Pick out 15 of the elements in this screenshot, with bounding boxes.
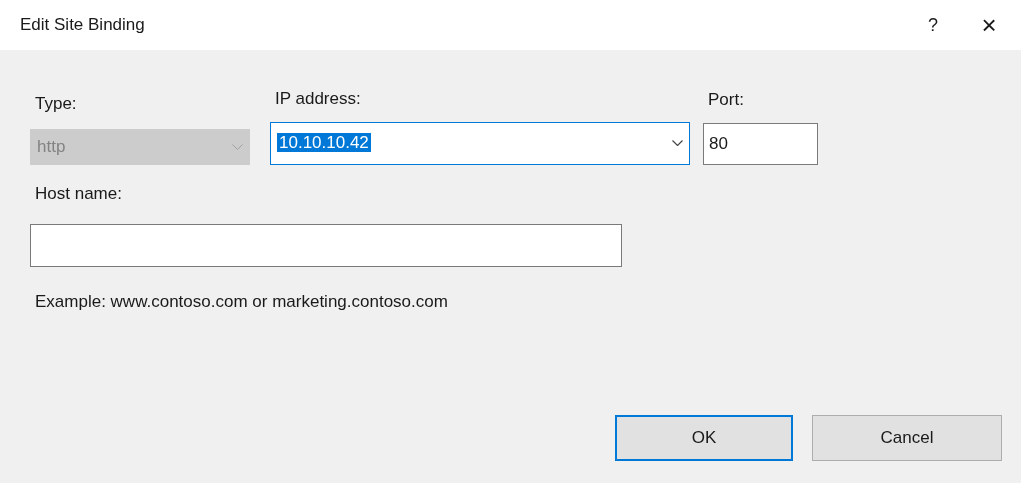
caret-icon xyxy=(672,140,683,146)
dialog-button[interactable]: Cancel xyxy=(812,414,1002,461)
field-label: Port: xyxy=(708,89,745,111)
field-label: Type: xyxy=(35,93,78,115)
close-button[interactable]: × xyxy=(969,5,1009,45)
field-label: Host name: xyxy=(35,182,123,205)
ip-address-combo[interactable]: 10.10.10.42 xyxy=(270,121,690,165)
help-button[interactable]: ? xyxy=(913,5,953,45)
hint-text: Example: www.contoso.com or marketing.contoso.com xyxy=(35,291,449,313)
window-title: Edit Site Binding xyxy=(20,14,146,37)
host-name-field[interactable] xyxy=(30,224,622,267)
port-field[interactable]: 80 xyxy=(703,122,818,165)
caret-icon xyxy=(232,143,243,150)
field-label: IP address: xyxy=(275,88,362,110)
dialog-button[interactable]: OK xyxy=(615,414,793,461)
